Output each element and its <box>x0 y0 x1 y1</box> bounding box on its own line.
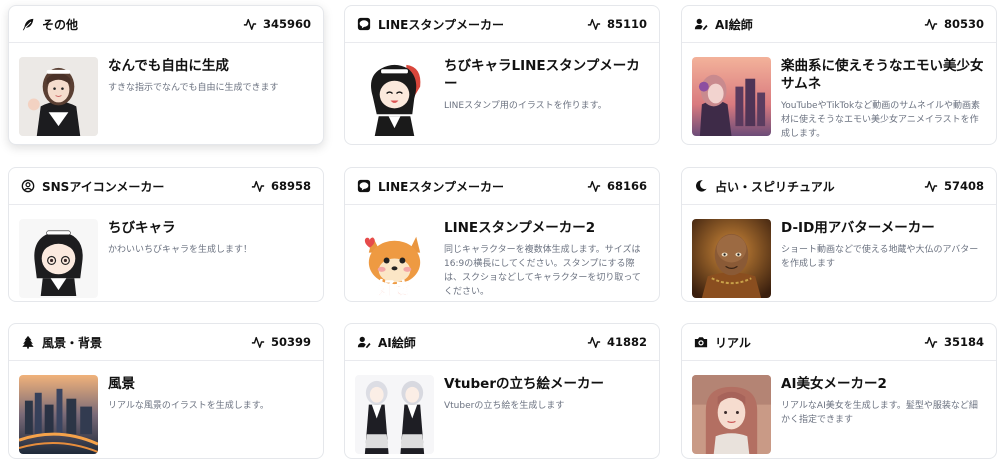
activity-icon <box>243 17 257 31</box>
template-card[interactable]: 風景・背景 50399 風景 リアルな風景のイラストを生成します。 <box>8 323 324 459</box>
template-description: すきな指示でなんでも自由に生成できます <box>108 83 279 93</box>
usage-count: 345960 <box>262 17 311 31</box>
activity-icon <box>251 179 265 193</box>
card-header: その他 345960 <box>9 6 323 43</box>
card-header: LINEスタンプメーカー 85110 <box>345 6 659 43</box>
template-description: Vtuberの立ち絵を生成します <box>444 401 565 411</box>
template-thumbnail <box>355 57 434 136</box>
template-grid: その他 345960 なんでも自由に生成 すきな指示でなんでも自由に生成できます… <box>0 0 1000 463</box>
line-chat-icon <box>357 17 371 31</box>
template-description: YouTubeやTikTokなど動画のサムネイルや動画素材に使えそうなエモい美少… <box>781 101 981 139</box>
usage-count: 41882 <box>606 335 647 349</box>
category-label: AI絵師 <box>378 335 416 350</box>
moon-icon <box>694 179 708 193</box>
category-label: LINEスタンプメーカー <box>378 17 504 32</box>
card-header: AI絵師 80530 <box>682 6 996 43</box>
usage-count: 50399 <box>270 335 311 349</box>
user-pen-icon <box>357 335 371 349</box>
activity-icon <box>587 335 601 349</box>
category-label: 占い・スピリチュアル <box>715 179 835 194</box>
template-title: D-ID用アバターメーカー <box>781 220 935 236</box>
template-thumbnail <box>692 219 771 298</box>
template-title: LINEスタンプメーカー2 <box>444 220 596 236</box>
template-card[interactable]: リアル 35184 AI美女メーカー2 リアルなAI美女を生成します。髪型や服装… <box>681 323 997 459</box>
activity-icon <box>251 335 265 349</box>
template-card[interactable]: LINEスタンプメーカー 85110 ちびキャラLINEスタンプメーカー LIN… <box>344 5 660 145</box>
feather-icon <box>21 17 35 31</box>
activity-icon <box>924 17 938 31</box>
template-title: 風景 <box>108 376 135 392</box>
category-label: その他 <box>42 17 79 32</box>
template-thumbnail <box>355 375 434 454</box>
template-card[interactable]: AI絵師 80530 楽曲系に使えそうなエモい美少女サムネ YouTubeやTi… <box>681 5 997 145</box>
tree-icon <box>21 335 35 349</box>
usage-count: 80530 <box>943 17 984 31</box>
activity-icon <box>924 335 938 349</box>
template-title: AI美女メーカー2 <box>781 376 887 392</box>
usage-count: 35184 <box>943 335 984 349</box>
template-card[interactable]: SNSアイコンメーカー 68958 ちびキャラ かわいいちびキャラを生成します！ <box>8 167 324 302</box>
template-thumbnail <box>692 57 771 136</box>
template-card[interactable]: AI絵師 41882 Vtuberの立ち絵メーカー Vtuberの立ち絵を生成し… <box>344 323 660 459</box>
card-header: 風景・背景 50399 <box>9 324 323 361</box>
template-description: リアルな風景のイラストを生成します。 <box>108 401 269 411</box>
card-header: 占い・スピリチュアル 57408 <box>682 168 996 205</box>
category-label: 風景・背景 <box>42 335 103 350</box>
template-description: かわいいちびキャラを生成します！ <box>108 245 253 255</box>
usage-count: 57408 <box>943 179 984 193</box>
line-chat-icon <box>357 179 371 193</box>
template-card[interactable]: その他 345960 なんでも自由に生成 すきな指示でなんでも自由に生成できます <box>8 5 324 145</box>
camera-icon <box>694 335 708 349</box>
card-header: SNSアイコンメーカー 68958 <box>9 168 323 205</box>
sticker-text: 好き <box>377 278 412 298</box>
usage-count: 68958 <box>270 179 311 193</box>
template-description: LINEスタンプ用のイラストを作ります。 <box>444 101 607 111</box>
template-title: なんでも自由に生成 <box>108 58 229 74</box>
category-label: リアル <box>715 335 751 350</box>
user-circle-icon <box>21 179 35 193</box>
template-thumbnail <box>692 375 771 454</box>
template-thumbnail <box>19 57 98 136</box>
template-description: 同じキャラクターを複数体生成します。サイズは16:9の横長にしてください。スタン… <box>444 245 641 297</box>
card-header: AI絵師 41882 <box>345 324 659 361</box>
usage-count: 85110 <box>606 17 647 31</box>
activity-icon <box>587 179 601 193</box>
category-label: LINEスタンプメーカー <box>378 179 504 194</box>
template-card[interactable]: LINEスタンプメーカー 68166 好き LINEスタンプメーカー2 同じキャ… <box>344 167 660 302</box>
usage-count: 68166 <box>606 179 647 193</box>
activity-icon <box>924 179 938 193</box>
template-card[interactable]: 占い・スピリチュアル 57408 D-ID用アバターメーカー ショート動画などで… <box>681 167 997 302</box>
template-description: リアルなAI美女を生成します。髪型や服装など細かく指定できます <box>781 401 978 425</box>
activity-icon <box>587 17 601 31</box>
template-title: Vtuberの立ち絵メーカー <box>444 376 604 392</box>
card-header: LINEスタンプメーカー 68166 <box>345 168 659 205</box>
template-thumbnail <box>19 375 98 454</box>
template-description: ショート動画などで使える地蔵や大仏のアバターを作成します <box>781 245 979 269</box>
category-label: SNSアイコンメーカー <box>42 179 165 194</box>
card-header: リアル 35184 <box>682 324 996 361</box>
category-label: AI絵師 <box>715 17 753 32</box>
template-title: ちびキャラLINEスタンプメーカー <box>444 58 640 92</box>
user-pen-icon <box>694 17 708 31</box>
template-title: 楽曲系に使えそうなエモい美少女サムネ <box>781 58 984 92</box>
template-thumbnail <box>19 219 98 298</box>
template-thumbnail: 好き <box>355 219 434 298</box>
template-title: ちびキャラ <box>108 220 176 236</box>
